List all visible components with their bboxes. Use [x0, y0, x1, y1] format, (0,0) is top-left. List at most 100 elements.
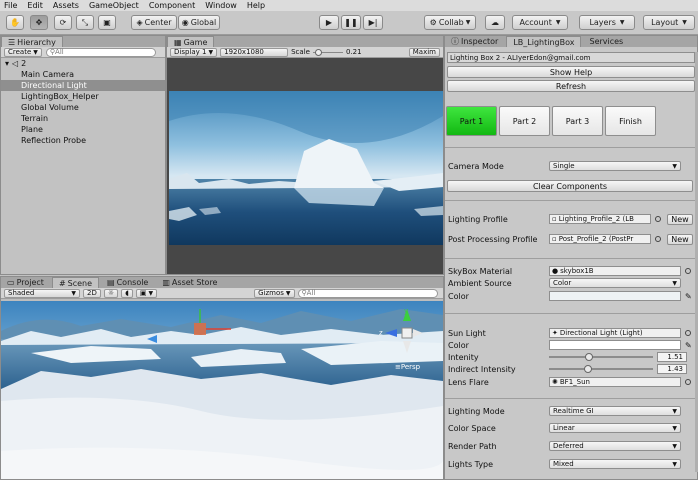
scene-root[interactable]: ▾ ◁ 2 [1, 58, 165, 69]
maximize-on-play-button[interactable]: Maxim [408, 47, 440, 57]
step-button[interactable]: ▶| [363, 15, 383, 30]
orientation-gizmo[interactable]: y z [379, 307, 425, 359]
mode-2d-toggle[interactable]: 2D [83, 288, 101, 298]
indirect-intensity-slider[interactable] [549, 363, 653, 375]
layout-dropdown[interactable]: Layout ▼ [643, 15, 695, 30]
tab-hierarchy[interactable]: ☰ Hierarchy [1, 36, 63, 47]
show-help-button[interactable]: Show Help [447, 66, 695, 78]
object-picker-icon[interactable] [685, 379, 691, 385]
rotate-tool-button[interactable]: ⟳ [54, 15, 72, 30]
indirect-slider-knob[interactable] [584, 365, 592, 373]
color-space-dropdown[interactable]: Linear ▼ [549, 423, 681, 433]
scene-effects-dropdown[interactable]: ▣ ▼ [135, 288, 158, 298]
tab-game[interactable]: ▦ Game [167, 36, 215, 47]
tab-inspector[interactable]: ⓘ Inspector [445, 36, 504, 47]
space-toggle-button[interactable]: ◉ Global [178, 15, 220, 30]
cloud-button[interactable]: ☁ [485, 15, 505, 30]
sun-color-swatch[interactable] [549, 340, 681, 350]
intensity-slider[interactable] [549, 351, 653, 363]
skybox-field[interactable]: ● skybox1B [549, 266, 681, 276]
scene-lighting-toggle[interactable]: ☼ [103, 288, 119, 298]
chevron-down-icon: ▼ [672, 424, 677, 432]
lens-flare-field[interactable]: ✺ BF1_Sun [549, 377, 681, 387]
post-profile-field[interactable]: ▫ Post_Profile_2 (PostPr [549, 234, 651, 244]
new-post-profile-button[interactable]: New [667, 233, 693, 245]
clear-components-button[interactable]: Clear Components [447, 180, 693, 192]
ambient-color-swatch[interactable] [549, 291, 681, 301]
hand-tool-button[interactable]: ✋ [6, 15, 24, 30]
object-picker-icon[interactable] [685, 268, 691, 274]
tab-services[interactable]: Services [583, 36, 629, 47]
tab-scene[interactable]: # Scene [51, 277, 100, 288]
light-gizmo[interactable] [194, 323, 206, 335]
hierarchy-item[interactable]: Terrain [1, 113, 165, 124]
create-dropdown[interactable]: Create ▼ [4, 47, 42, 57]
hierarchy-item[interactable]: Global Volume [1, 102, 165, 113]
game-viewport[interactable] [169, 91, 443, 245]
object-picker-icon[interactable] [655, 216, 661, 222]
new-lighting-profile-button[interactable]: New [667, 213, 693, 225]
hierarchy-item[interactable]: Directional Light [1, 80, 165, 91]
menu-help[interactable]: Help [247, 1, 265, 10]
lights-type-dropdown[interactable]: Mixed ▼ [549, 459, 681, 469]
hierarchy-item[interactable]: Plane [1, 124, 165, 135]
scene-viewport[interactable] [1, 301, 443, 479]
display-dropdown[interactable]: Display 1 ▼ [170, 47, 218, 57]
intensity-row: Intenity 1.51 [447, 351, 695, 363]
ambient-source-dropdown[interactable]: Color ▼ [549, 278, 681, 288]
eyedropper-icon[interactable]: ✎ [685, 292, 692, 301]
indirect-intensity-input[interactable]: 1.43 [657, 364, 687, 374]
tab-console[interactable]: ▤ Console [101, 277, 154, 288]
asset-icon: ▫ [552, 215, 557, 223]
pivot-toggle-button[interactable]: ◈ Center [131, 15, 177, 30]
object-picker-icon[interactable] [685, 330, 691, 336]
object-picker-icon[interactable] [655, 236, 661, 242]
sun-light-field[interactable]: ✦ Directional Light (Light) [549, 328, 681, 338]
move-tool-button[interactable]: ✥ [30, 15, 48, 30]
shading-dropdown[interactable]: Shaded ▼ [4, 288, 80, 298]
part-2-button[interactable]: Part 2 [499, 106, 550, 136]
mode-2d-label: 2D [87, 289, 97, 297]
render-path-dropdown[interactable]: Deferred ▼ [549, 441, 681, 451]
hierarchy-search-input[interactable]: ⚲ All [45, 47, 156, 57]
info-icon: ⓘ [451, 37, 459, 46]
tab-lightingbox[interactable]: LB_LightingBox [506, 36, 582, 47]
scene-search-input[interactable]: ⚲ All [297, 288, 438, 298]
resolution-dropdown[interactable]: 1920x1080 [220, 47, 289, 57]
lighting-profile-field[interactable]: ▫ Lighting_Profile_2 (LB [549, 214, 651, 224]
menu-component[interactable]: Component [149, 1, 195, 10]
tab-asset-store[interactable]: ▥ Asset Store [156, 277, 223, 288]
menu-gameobject[interactable]: GameObject [89, 1, 139, 10]
play-button[interactable]: ▶ [319, 15, 339, 30]
scale-slider-knob[interactable] [314, 48, 322, 56]
collab-button[interactable]: ⚙ Collab ▼ [424, 15, 476, 30]
lighting-mode-dropdown[interactable]: Realtime GI ▼ [549, 406, 681, 416]
part-1-button[interactable]: Part 1 [446, 106, 497, 136]
projection-label[interactable]: ≡Persp [395, 363, 420, 371]
scale-slider[interactable] [312, 48, 343, 57]
intensity-slider-knob[interactable] [585, 353, 593, 361]
gizmos-dropdown[interactable]: Gizmos ▼ [254, 288, 295, 298]
layers-dropdown[interactable]: Layers ▼ [579, 15, 635, 30]
eyedropper-icon[interactable]: ✎ [685, 341, 692, 350]
hierarchy-item[interactable]: Main Camera [1, 69, 165, 80]
scene-audio-toggle[interactable]: ◖ [121, 288, 133, 298]
display-label: Display 1 [174, 48, 207, 56]
menu-edit[interactable]: Edit [27, 1, 43, 10]
intensity-input[interactable]: 1.51 [657, 352, 687, 362]
rect-tool-button[interactable]: ▣ [98, 15, 116, 30]
part-3-button[interactable]: Part 3 [552, 106, 603, 136]
tab-hierarchy-label: Hierarchy [17, 37, 56, 47]
scale-tool-button[interactable]: ⤡ [76, 15, 94, 30]
menu-file[interactable]: File [4, 1, 17, 10]
hierarchy-item[interactable]: LightingBox_Helper [1, 91, 165, 102]
refresh-button[interactable]: Refresh [447, 80, 695, 92]
hierarchy-item[interactable]: Reflection Probe [1, 135, 165, 146]
menu-window[interactable]: Window [205, 1, 237, 10]
pause-button[interactable]: ❚❚ [341, 15, 361, 30]
finish-button[interactable]: Finish [605, 106, 656, 136]
camera-mode-dropdown[interactable]: Single ▼ [549, 161, 681, 171]
menu-assets[interactable]: Assets [53, 1, 79, 10]
tab-project[interactable]: ▭ Project [1, 277, 50, 288]
account-dropdown[interactable]: Account ▼ [512, 15, 568, 30]
